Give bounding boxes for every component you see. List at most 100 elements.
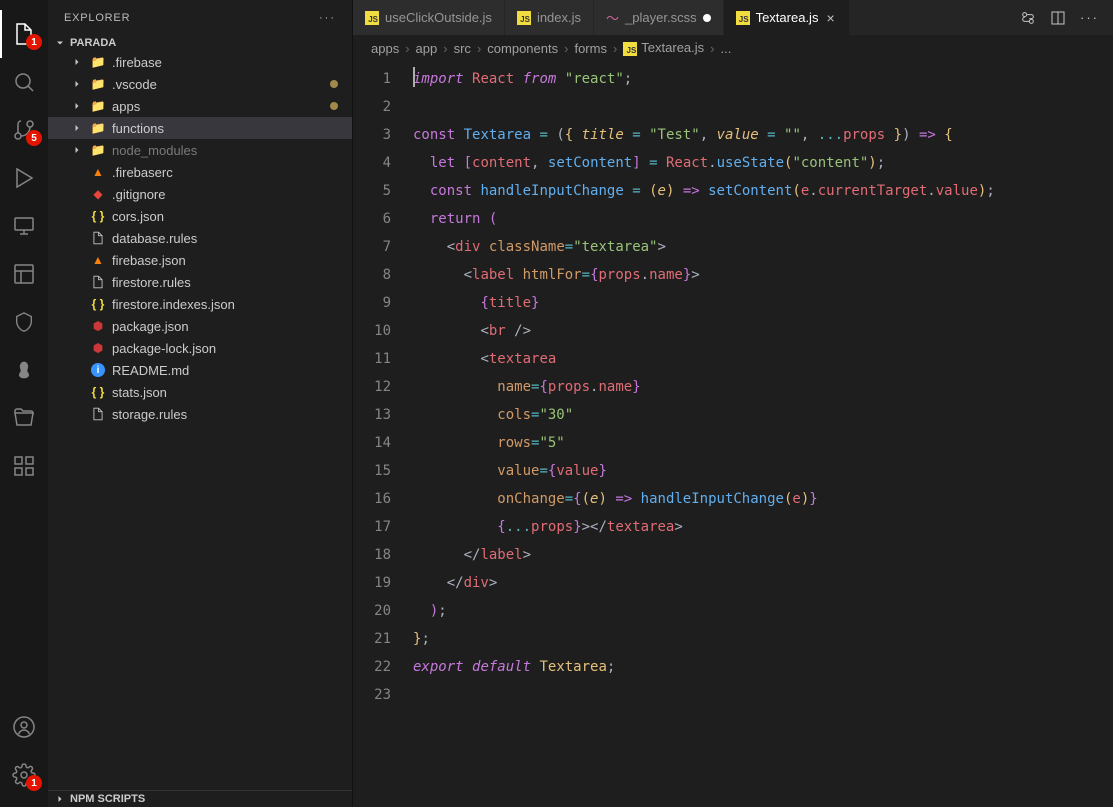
breadcrumb-segment[interactable]: components bbox=[487, 41, 558, 56]
tab-label: _player.scss bbox=[625, 10, 697, 25]
editor-tab[interactable]: JSTextarea.js× bbox=[724, 0, 850, 35]
file-item[interactable]: iREADME.md bbox=[48, 359, 352, 381]
file-item[interactable]: ◆.gitignore bbox=[48, 183, 352, 205]
file-item[interactable]: firestore.rules bbox=[48, 271, 352, 293]
close-icon[interactable]: × bbox=[824, 10, 836, 26]
breadcrumb-segment[interactable]: ... bbox=[721, 41, 732, 56]
breadcrumb-segment[interactable]: apps bbox=[371, 41, 399, 56]
file-item[interactable]: ⬢package.json bbox=[48, 315, 352, 337]
item-label: .firebaserc bbox=[112, 165, 173, 180]
chevron-right-icon bbox=[70, 144, 84, 156]
editor-tab[interactable]: JS index.js bbox=[505, 0, 594, 35]
item-label: firestore.indexes.json bbox=[112, 297, 235, 312]
run-debug-icon[interactable] bbox=[0, 154, 48, 202]
project-name: PARADA bbox=[70, 37, 116, 49]
npm-scripts-label: NPM SCRIPTS bbox=[70, 793, 145, 805]
file-item[interactable]: { }cors.json bbox=[48, 205, 352, 227]
scm-badge: 5 bbox=[26, 130, 42, 146]
line-numbers: 1234567891011121314151617181920212223 bbox=[353, 65, 413, 807]
code-editor[interactable]: 1234567891011121314151617181920212223 im… bbox=[353, 61, 1113, 807]
tab-label: index.js bbox=[537, 10, 581, 25]
item-label: stats.json bbox=[112, 385, 167, 400]
editor-tabs: JS useClickOutside.js JS index.js 〜 _player.s… bbox=[353, 0, 1113, 35]
layout-icon[interactable] bbox=[0, 250, 48, 298]
item-label: functions bbox=[112, 121, 164, 136]
code-content[interactable]: import React from "react"; const Textare… bbox=[413, 65, 1113, 807]
source-control-icon[interactable]: 5 bbox=[0, 106, 48, 154]
folder-item[interactable]: 📁functions bbox=[48, 117, 352, 139]
item-label: package-lock.json bbox=[112, 341, 216, 356]
item-label: database.rules bbox=[112, 231, 197, 246]
explorer-icon[interactable]: 1 bbox=[0, 10, 48, 58]
item-label: firestore.rules bbox=[112, 275, 191, 290]
scss-icon: 〜 bbox=[606, 8, 619, 27]
extensions-icon[interactable] bbox=[0, 442, 48, 490]
file-tree: 📁.firebase📁.vscode📁apps📁functions📁node_m… bbox=[48, 51, 352, 790]
js-icon: JS bbox=[365, 11, 379, 25]
editor-tab[interactable]: 〜 _player.scss bbox=[594, 0, 724, 35]
breadcrumb-segment[interactable]: app bbox=[416, 41, 438, 56]
remote-icon[interactable] bbox=[0, 202, 48, 250]
chevron-right-icon bbox=[70, 122, 84, 134]
settings-icon[interactable]: 1 bbox=[0, 751, 48, 799]
item-label: cors.json bbox=[112, 209, 164, 224]
tab-label: useClickOutside.js bbox=[385, 10, 492, 25]
folder-open-icon[interactable] bbox=[0, 394, 48, 442]
more-actions-icon[interactable]: ··· bbox=[1080, 10, 1099, 25]
chevron-right-icon: › bbox=[405, 41, 409, 56]
item-label: README.md bbox=[112, 363, 189, 378]
item-label: firebase.json bbox=[112, 253, 186, 268]
item-label: .firebase bbox=[112, 55, 162, 70]
split-editor-icon[interactable] bbox=[1050, 10, 1066, 26]
extension-icon-1[interactable] bbox=[0, 298, 48, 346]
extension-icon-2[interactable] bbox=[0, 346, 48, 394]
folder-item[interactable]: 📁.firebase bbox=[48, 51, 352, 73]
folder-item[interactable]: 📁.vscode bbox=[48, 73, 352, 95]
explorer-badge: 1 bbox=[26, 34, 42, 50]
breadcrumb-segment[interactable]: JSTextarea.js bbox=[623, 40, 704, 56]
modified-dot bbox=[330, 102, 338, 110]
js-icon: JS bbox=[517, 11, 531, 25]
item-label: apps bbox=[112, 99, 140, 114]
activity-bar: 1 5 1 bbox=[0, 0, 48, 807]
more-icon[interactable]: ··· bbox=[319, 12, 336, 24]
chevron-right-icon bbox=[70, 100, 84, 112]
file-item[interactable]: ▲firebase.json bbox=[48, 249, 352, 271]
chevron-right-icon bbox=[70, 78, 84, 90]
settings-badge: 1 bbox=[26, 775, 42, 791]
chevron-right-icon: › bbox=[477, 41, 481, 56]
editor-tab[interactable]: JS useClickOutside.js bbox=[353, 0, 505, 35]
item-label: .vscode bbox=[112, 77, 157, 92]
folder-item[interactable]: 📁apps bbox=[48, 95, 352, 117]
file-item[interactable]: database.rules bbox=[48, 227, 352, 249]
npm-scripts-header[interactable]: NPM SCRIPTS bbox=[48, 790, 352, 807]
file-item[interactable]: ▲.firebaserc bbox=[48, 161, 352, 183]
item-label: storage.rules bbox=[112, 407, 187, 422]
breadcrumb-segment[interactable]: src bbox=[454, 41, 471, 56]
editor-area: JS useClickOutside.js JS index.js 〜 _player.s… bbox=[353, 0, 1113, 807]
search-icon[interactable] bbox=[0, 58, 48, 106]
modified-dot bbox=[330, 80, 338, 88]
js-icon: JS bbox=[736, 11, 750, 25]
explorer-title: EXPLORER bbox=[64, 12, 130, 24]
chevron-right-icon: › bbox=[613, 41, 617, 56]
explorer-sidebar: EXPLORER ··· PARADA 📁.firebase📁.vscode📁a… bbox=[48, 0, 353, 807]
file-item[interactable]: { }stats.json bbox=[48, 381, 352, 403]
file-item[interactable]: ⬢package-lock.json bbox=[48, 337, 352, 359]
chevron-right-icon bbox=[54, 793, 66, 805]
breadcrumb-segment[interactable]: forms bbox=[574, 41, 607, 56]
compare-icon[interactable] bbox=[1020, 10, 1036, 26]
breadcrumbs[interactable]: apps › app › src › components › forms › JSTextarea… bbox=[353, 35, 1113, 61]
chevron-right-icon: › bbox=[564, 41, 568, 56]
file-item[interactable]: storage.rules bbox=[48, 403, 352, 425]
item-label: node_modules bbox=[112, 143, 197, 158]
chevron-right-icon: › bbox=[710, 41, 714, 56]
chevron-right-icon: › bbox=[443, 41, 447, 56]
project-header[interactable]: PARADA bbox=[48, 35, 352, 51]
file-item[interactable]: { }firestore.indexes.json bbox=[48, 293, 352, 315]
chevron-right-icon bbox=[70, 56, 84, 68]
folder-item[interactable]: 📁node_modules bbox=[48, 139, 352, 161]
unsaved-indicator bbox=[703, 14, 711, 22]
accounts-icon[interactable] bbox=[0, 703, 48, 751]
item-label: package.json bbox=[112, 319, 189, 334]
